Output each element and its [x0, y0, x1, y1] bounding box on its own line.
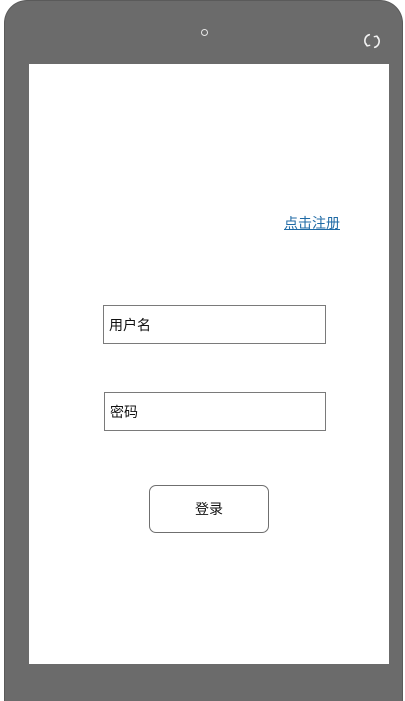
register-link[interactable]: 点击注册 [284, 213, 340, 233]
username-input[interactable] [103, 305, 326, 344]
login-button[interactable]: 登录 [149, 485, 269, 533]
camera-dot-icon [201, 29, 208, 36]
app-screen: 点击注册 登录 [29, 64, 389, 664]
password-input[interactable] [104, 392, 326, 431]
rotate-icon[interactable] [363, 32, 381, 50]
tablet-device-frame: 点击注册 登录 [5, 1, 402, 701]
